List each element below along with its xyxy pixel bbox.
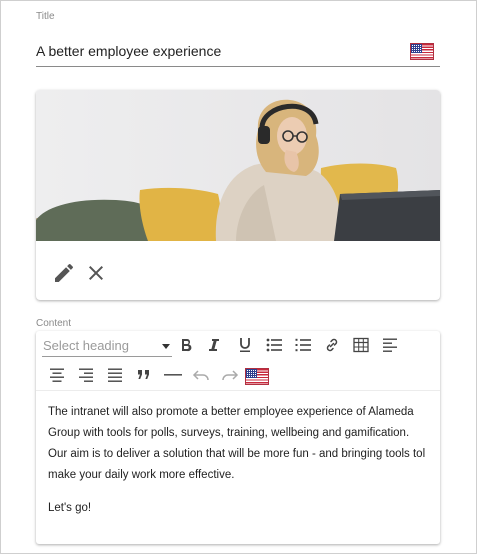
hero-image xyxy=(36,90,440,241)
align-justify-icon[interactable] xyxy=(104,364,126,386)
redo-icon[interactable] xyxy=(219,364,241,386)
us-flag-icon[interactable] xyxy=(410,43,434,60)
align-left-icon[interactable] xyxy=(379,334,401,356)
image-actions xyxy=(36,241,440,300)
content-paragraph: Let's go! xyxy=(48,502,92,514)
heading-select-placeholder: Select heading xyxy=(43,338,130,353)
italic-icon[interactable] xyxy=(203,334,225,356)
content-paragraph: The intranet will also promote a better … xyxy=(48,406,426,481)
blockquote-icon[interactable] xyxy=(133,364,155,386)
undo-icon[interactable] xyxy=(190,364,212,386)
numbered-list-icon[interactable] xyxy=(292,334,314,356)
link-icon[interactable] xyxy=(321,334,343,356)
image-card xyxy=(36,90,440,300)
title-input[interactable]: A better employee experience xyxy=(36,43,221,59)
content-label: Content xyxy=(36,318,72,329)
bulleted-list-icon[interactable] xyxy=(263,334,285,356)
caret-down-icon xyxy=(162,344,170,349)
heading-select[interactable]: Select heading xyxy=(42,334,172,357)
align-center-icon[interactable] xyxy=(46,364,68,386)
pencil-icon[interactable] xyxy=(52,261,76,285)
us-flag-icon[interactable] xyxy=(245,368,269,385)
underline-icon[interactable] xyxy=(234,334,256,356)
bold-icon[interactable] xyxy=(175,334,197,356)
rich-text-editor: Select heading The intranet will also pr… xyxy=(36,331,440,544)
title-label: Title xyxy=(36,11,55,22)
table-icon[interactable] xyxy=(350,334,372,356)
horizontal-line-icon[interactable] xyxy=(162,364,184,386)
close-icon[interactable] xyxy=(84,261,108,285)
title-field[interactable]: A better employee experience xyxy=(36,36,440,67)
editor-content[interactable]: The intranet will also promote a better … xyxy=(48,402,428,531)
align-right-icon[interactable] xyxy=(75,364,97,386)
editor-toolbar: Select heading xyxy=(36,331,440,391)
